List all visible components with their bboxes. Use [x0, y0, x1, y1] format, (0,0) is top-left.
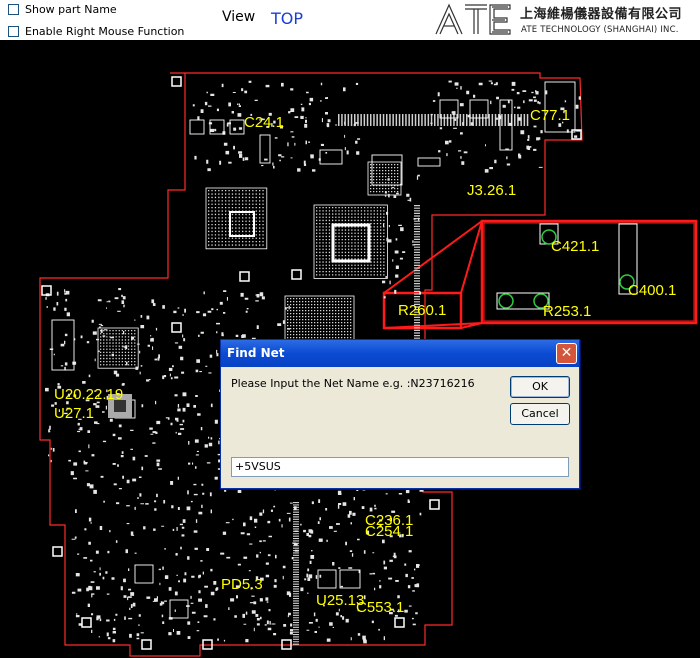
toolbar: Show part Name Enable Right Mouse Functi…: [0, 0, 700, 40]
inset-pad-circle: [498, 293, 514, 309]
find-net-dialog: Find Net ✕ Please Input the Net Name e.g…: [220, 339, 580, 489]
part-label[interactable]: R253.1: [543, 304, 591, 319]
view-side-value[interactable]: TOP: [271, 9, 303, 28]
net-name-input[interactable]: +5VSUS: [231, 457, 569, 477]
mounting-mark: [291, 269, 302, 280]
part-label[interactable]: C421.1: [551, 239, 599, 254]
show-part-name-label: Show part Name: [25, 3, 117, 16]
ok-button[interactable]: OK: [510, 376, 570, 398]
component-outline: [417, 157, 441, 167]
mounting-mark: [171, 76, 182, 87]
part-label[interactable]: PD5.3: [221, 577, 263, 592]
company-name-english: ATE TECHNOLOGY (SHANGHAI) INC.: [521, 25, 679, 35]
checkbox-box[interactable]: [8, 26, 19, 37]
dialog-title: Find Net: [227, 346, 285, 360]
component-outline: [229, 119, 245, 135]
show-part-name-checkbox[interactable]: Show part Name: [8, 3, 117, 16]
checkbox-box[interactable]: [8, 4, 19, 15]
component-outline: [189, 119, 205, 135]
part-label[interactable]: J3.26.1: [467, 183, 516, 198]
part-label[interactable]: R260.1: [398, 303, 446, 318]
part-label[interactable]: C553.1: [356, 600, 404, 615]
inset-pad-r253: [496, 292, 550, 310]
cancel-button[interactable]: Cancel: [510, 403, 570, 425]
dialog-title-bar[interactable]: Find Net ✕: [221, 340, 579, 367]
part-label[interactable]: C400.1: [628, 283, 676, 298]
bga-chip: [208, 190, 264, 246]
bga-chip: [100, 330, 136, 366]
part-label[interactable]: C254.1: [365, 524, 413, 539]
part-label[interactable]: C77.1: [530, 108, 570, 123]
component-outline: [439, 99, 459, 119]
component-outline: [339, 569, 361, 589]
part-label[interactable]: C24.1: [244, 115, 284, 130]
mounting-mark: [239, 271, 250, 282]
component-outline: [169, 599, 189, 619]
part-label[interactable]: U27.1: [54, 406, 94, 421]
bga-chip-outline: [313, 204, 388, 279]
component-outline: [317, 569, 337, 589]
mounting-mark: [52, 546, 63, 557]
mounting-mark: [141, 639, 152, 650]
ate-logo: [435, 3, 511, 35]
component-outline: [319, 149, 343, 165]
enable-right-mouse-label: Enable Right Mouse Function: [25, 25, 185, 38]
close-icon[interactable]: ✕: [556, 343, 577, 364]
mounting-mark: [394, 617, 405, 628]
dialog-prompt: Please Input the Net Name e.g. :N2371621…: [231, 377, 475, 390]
bga-chip: [316, 207, 385, 276]
part-label[interactable]: U20.22.19: [54, 387, 123, 402]
view-label: View: [222, 9, 256, 25]
mounting-mark: [429, 499, 440, 510]
bga-chip-outline: [367, 161, 402, 196]
component-outline: [134, 564, 154, 584]
mounting-mark: [81, 617, 92, 628]
company-name-chinese: 上海維楊儀器設備有限公司: [520, 7, 683, 22]
mounting-mark: [171, 322, 182, 333]
enable-right-mouse-checkbox[interactable]: Enable Right Mouse Function: [8, 25, 184, 38]
connector-pins: [293, 502, 299, 645]
